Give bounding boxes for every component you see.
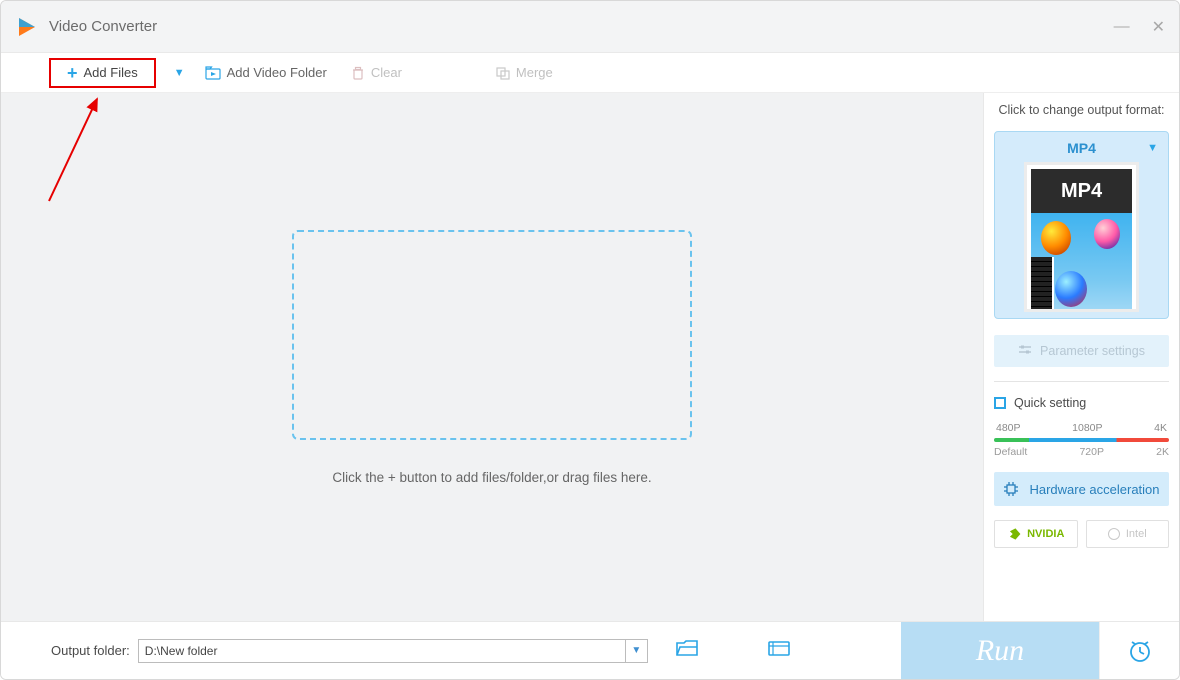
gpu-nvidia-chip[interactable]: NVIDIA <box>994 520 1078 548</box>
gpu-intel-label: Intel <box>1126 528 1147 540</box>
parameter-settings-button[interactable]: Parameter settings <box>994 335 1169 367</box>
gpu-nvidia-label: NVIDIA <box>1027 528 1064 540</box>
add-files-button[interactable]: + Add Files <box>49 58 156 88</box>
nvidia-icon <box>1007 527 1021 541</box>
output-format-caption: Click to change output format: <box>994 103 1169 117</box>
output-folder-field[interactable]: ▼ <box>138 639 648 663</box>
run-button[interactable]: Run <box>901 622 1099 680</box>
add-files-label: Add Files <box>84 65 138 80</box>
add-video-folder-button[interactable]: Add Video Folder <box>193 53 339 92</box>
quick-setting-label: Quick setting <box>1014 396 1086 410</box>
plus-icon: + <box>67 64 78 82</box>
slider-top-label-0: 480P <box>996 422 1021 434</box>
gpu-row: NVIDIA Intel <box>994 520 1169 548</box>
toolbar: + Add Files ▼ Add Video Folder Clear <box>1 53 1179 93</box>
app-window: Video Converter — ✕ + Add Files ▼ Add Vi… <box>0 0 1180 680</box>
clear-label: Clear <box>371 65 402 80</box>
chip-icon <box>1003 481 1019 497</box>
slider-bottom-label-2: 2K <box>1156 446 1169 458</box>
merge-icon <box>496 66 510 80</box>
merge-label: Merge <box>516 65 553 80</box>
slider-handle-icon <box>994 397 1006 409</box>
slider-track[interactable] <box>994 438 1169 442</box>
slider-bottom-label-1: 720P <box>1079 446 1104 458</box>
trash-icon <box>351 66 365 80</box>
slider-top-label-2: 4K <box>1154 422 1167 434</box>
schedule-button[interactable] <box>1099 622 1179 680</box>
run-label: Run <box>976 634 1024 668</box>
format-thumbnail-badge: MP4 <box>1031 169 1132 213</box>
add-files-dropdown-icon[interactable]: ▼ <box>174 67 185 79</box>
output-format-label: MP4 <box>1067 140 1096 156</box>
divider <box>994 381 1169 382</box>
quick-setting-heading: Quick setting <box>994 396 1169 410</box>
app-logo-icon <box>15 15 39 39</box>
intel-icon <box>1108 528 1120 540</box>
folder-settings-button[interactable] <box>768 639 790 663</box>
clear-button[interactable]: Clear <box>339 53 414 92</box>
chevron-down-icon: ▼ <box>1147 142 1158 154</box>
bottombar: Output folder: ▼ Run <box>1 621 1179 679</box>
drop-area[interactable]: Click the + button to add files/folder,o… <box>1 93 983 621</box>
annotation-arrow <box>37 93 157 211</box>
output-folder-label: Output folder: <box>51 643 130 658</box>
output-folder-input[interactable] <box>139 640 625 662</box>
add-video-folder-label: Add Video Folder <box>227 65 327 80</box>
hardware-acceleration-button[interactable]: Hardware acceleration <box>994 472 1169 506</box>
slider-top-label-1: 1080P <box>1072 422 1102 434</box>
quality-slider[interactable]: 480P 1080P 4K Default 720P 2K <box>994 422 1169 458</box>
minimize-icon[interactable]: — <box>1114 18 1130 36</box>
drop-box[interactable] <box>292 230 692 440</box>
right-panel: Click to change output format: MP4 ▼ MP4 <box>983 93 1179 621</box>
folder-video-icon <box>205 65 221 81</box>
body: Click the + button to add files/folder,o… <box>1 93 1179 621</box>
gpu-intel-chip[interactable]: Intel <box>1086 520 1170 548</box>
titlebar: Video Converter — ✕ <box>1 1 1179 53</box>
open-folder-button[interactable] <box>676 639 698 663</box>
large-plus-icon <box>465 308 519 362</box>
app-title: Video Converter <box>49 18 157 35</box>
drop-caption: Click the + button to add files/folder,o… <box>332 470 651 485</box>
window-controls: — ✕ <box>1114 17 1165 37</box>
output-folder-dropdown-icon[interactable]: ▼ <box>625 640 647 662</box>
close-icon[interactable]: ✕ <box>1152 17 1165 37</box>
hardware-acceleration-label: Hardware acceleration <box>1029 482 1159 497</box>
slider-bottom-label-0: Default <box>994 446 1027 458</box>
format-thumbnail: MP4 <box>1024 162 1139 312</box>
parameter-settings-label: Parameter settings <box>1040 344 1145 358</box>
merge-button[interactable]: Merge <box>484 53 565 92</box>
sliders-icon <box>1018 344 1032 358</box>
output-format-card[interactable]: MP4 ▼ MP4 <box>994 131 1169 319</box>
alarm-clock-icon <box>1127 638 1153 664</box>
